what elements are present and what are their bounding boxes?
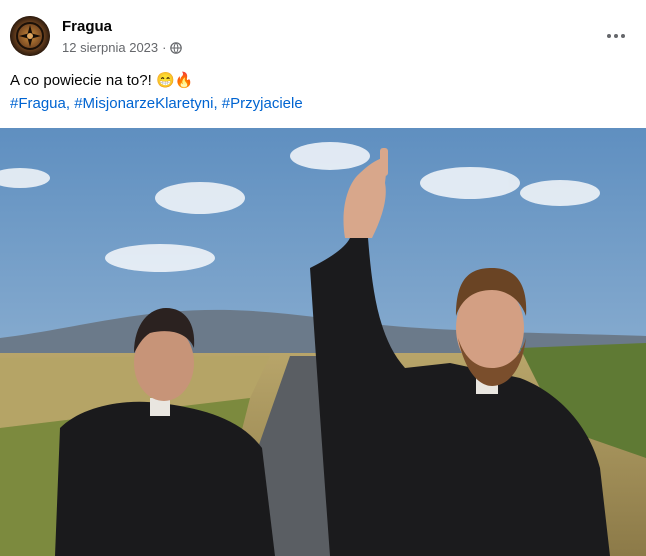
meta-separator: · [162, 40, 167, 55]
page-avatar[interactable] [10, 16, 50, 56]
hashtag-fragua[interactable]: #Fragua [10, 95, 66, 112]
page-logo-icon [10, 16, 50, 56]
post-video[interactable] [0, 128, 646, 556]
post-emoji: 😁🔥 [155, 72, 194, 89]
post-text-body: A co powiecie na to?! [10, 72, 152, 89]
video-frame [0, 128, 646, 556]
hashtag-przyjaciele[interactable]: #Przyjaciele [222, 95, 303, 112]
post-text: A co powiecie na to?! 😁🔥 [10, 71, 193, 89]
globe-icon[interactable] [170, 41, 183, 54]
hashtag-misjonarze[interactable]: #MisjonarzeKlaretyni [74, 95, 213, 112]
hashtag-separator: , [65, 95, 75, 112]
post-date[interactable]: 12 sierpnia 2023 [62, 40, 158, 55]
post-header: Fragua 12 sierpnia 2023 · [0, 0, 646, 66]
post-meta: 12 sierpnia 2023 · [62, 40, 183, 55]
hashtag-list: #Fragua, #MisjonarzeKlaretyni, #Przyjaci… [10, 95, 303, 112]
hashtag-separator: , [213, 95, 222, 112]
more-options-icon[interactable] [602, 22, 630, 50]
facebook-post: Fragua 12 sierpnia 2023 · A co powiecie … [0, 0, 646, 556]
author-name[interactable]: Fragua [62, 18, 112, 35]
